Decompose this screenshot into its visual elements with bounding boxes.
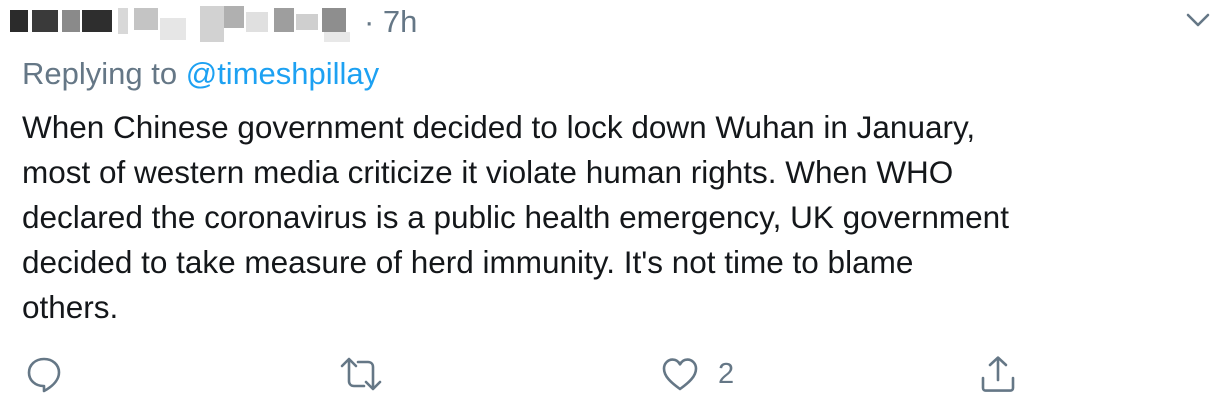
tweet-header: · 7h — [0, 0, 1224, 48]
redacted-author-name — [10, 6, 360, 44]
share-icon — [978, 354, 1018, 394]
replying-to: Replying to @timeshpillay — [22, 56, 379, 92]
replying-to-label: Replying to — [22, 56, 186, 91]
share-button[interactable] — [978, 348, 1018, 400]
retweet-icon — [338, 354, 384, 394]
tweet: · 7h Replying to @timeshpillay When Chin… — [0, 0, 1224, 412]
retweet-button[interactable] — [338, 348, 384, 400]
replying-to-handle-link[interactable]: @timeshpillay — [186, 56, 379, 91]
tweet-text-line: others. — [22, 289, 119, 325]
tweet-text: When Chinese government decided to lock … — [22, 105, 1218, 330]
heart-icon — [660, 354, 700, 394]
tweet-text-line: declared the coronavirus is a public hea… — [22, 199, 1009, 235]
tweet-text-line: When Chinese government decided to lock … — [22, 109, 976, 145]
tweet-timestamp[interactable]: · 7h — [364, 4, 417, 40]
tweet-text-line: decided to take measure of herd immunity… — [22, 244, 914, 280]
reply-button[interactable] — [24, 348, 64, 400]
tweet-text-line: most of western media criticize it viola… — [22, 154, 954, 190]
like-button[interactable]: 2 — [660, 348, 734, 400]
tweet-actions: 2 — [0, 348, 1224, 400]
reply-icon — [24, 354, 64, 394]
chevron-down-icon[interactable] — [1182, 4, 1214, 36]
like-count: 2 — [718, 357, 735, 390]
